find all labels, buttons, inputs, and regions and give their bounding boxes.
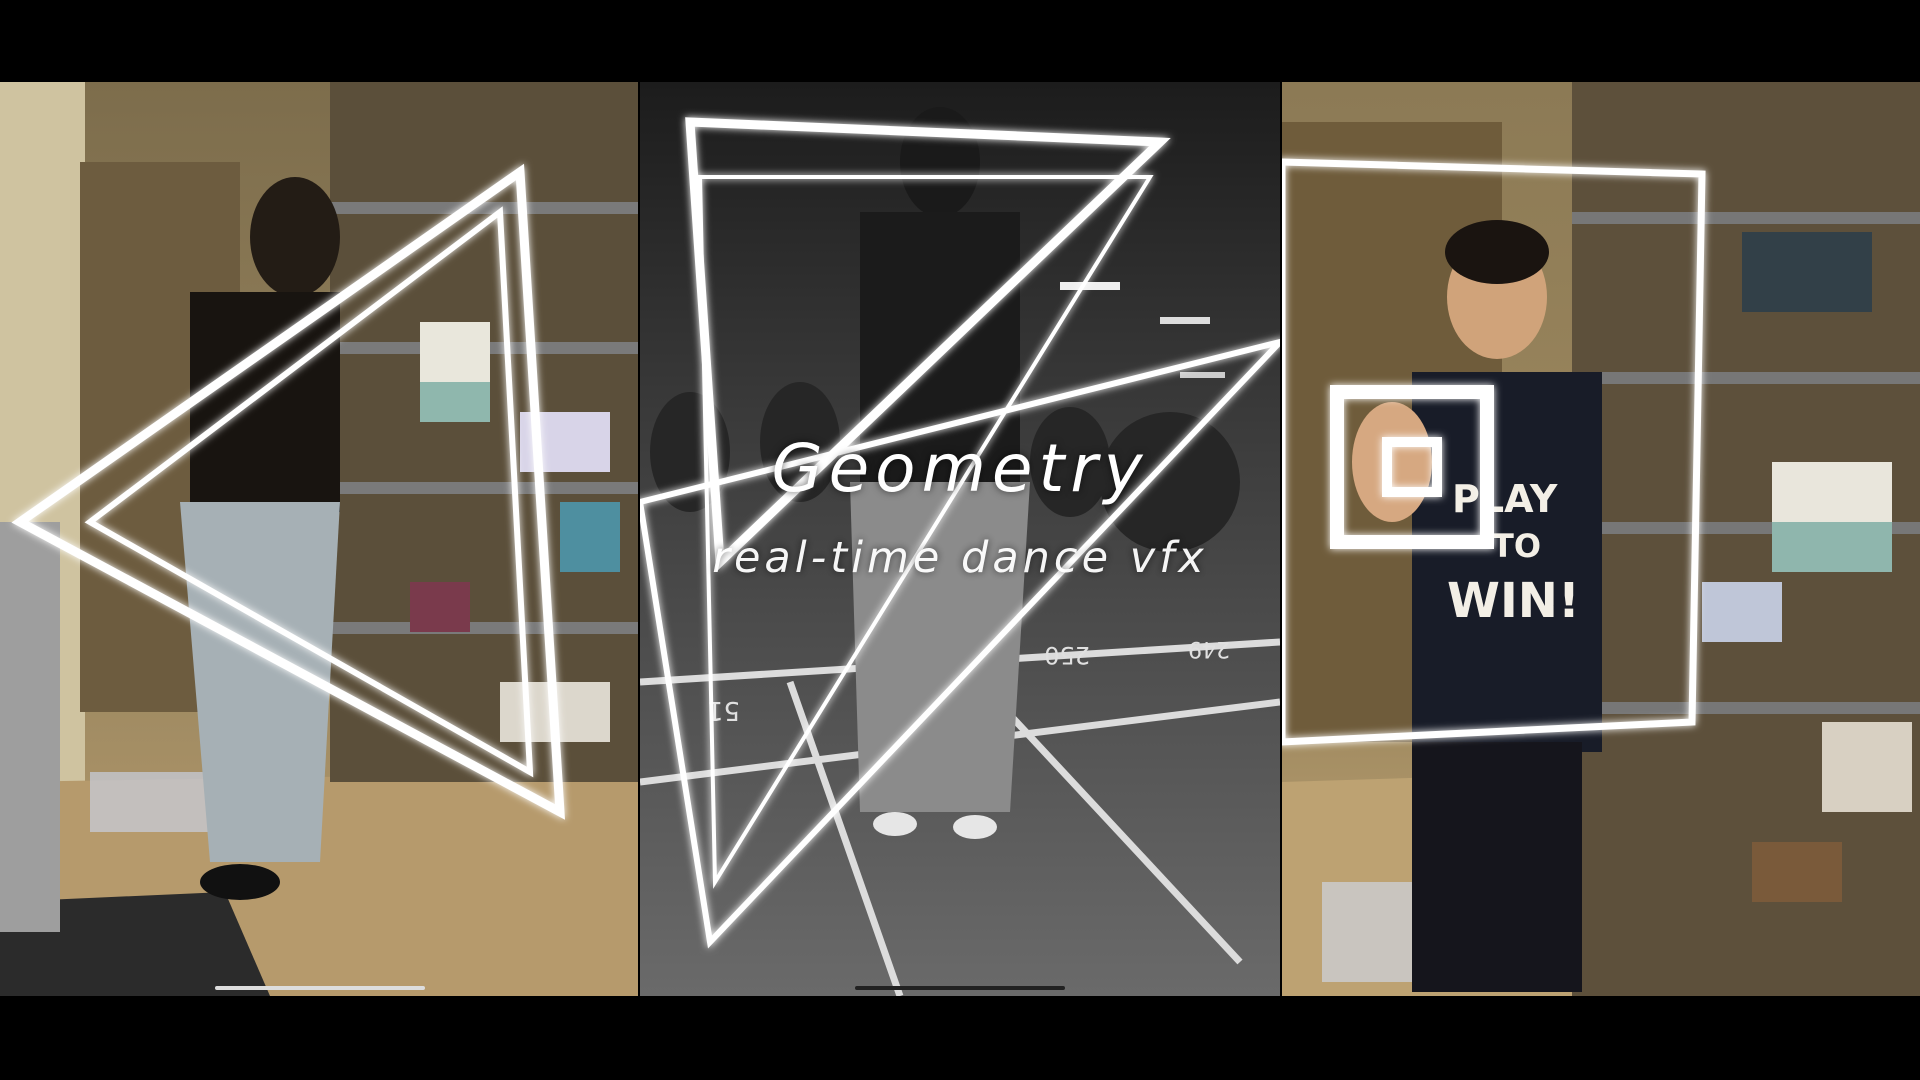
shirt-text-line-2: TO [1492, 527, 1541, 565]
shelving-unit [330, 82, 638, 782]
home-indicator-left [215, 986, 425, 990]
shirt-text-line-3: WIN! [1447, 573, 1580, 629]
home-indicator-center [855, 986, 1065, 990]
parking-number-2: 250 [1044, 641, 1090, 669]
center-panel: 51 250 249 [640, 82, 1280, 996]
bottom-letterbox [0, 996, 1920, 1080]
right-panel: PLAY TO WIN! [1282, 82, 1920, 996]
fridge [0, 522, 60, 932]
parking-number-3: 249 [1188, 636, 1230, 661]
dancer-figure [850, 107, 1030, 839]
top-letterbox [0, 0, 1920, 82]
left-panel [0, 82, 638, 996]
shelving-unit [1572, 82, 1920, 996]
shirt-text-line-1: PLAY [1452, 477, 1558, 521]
